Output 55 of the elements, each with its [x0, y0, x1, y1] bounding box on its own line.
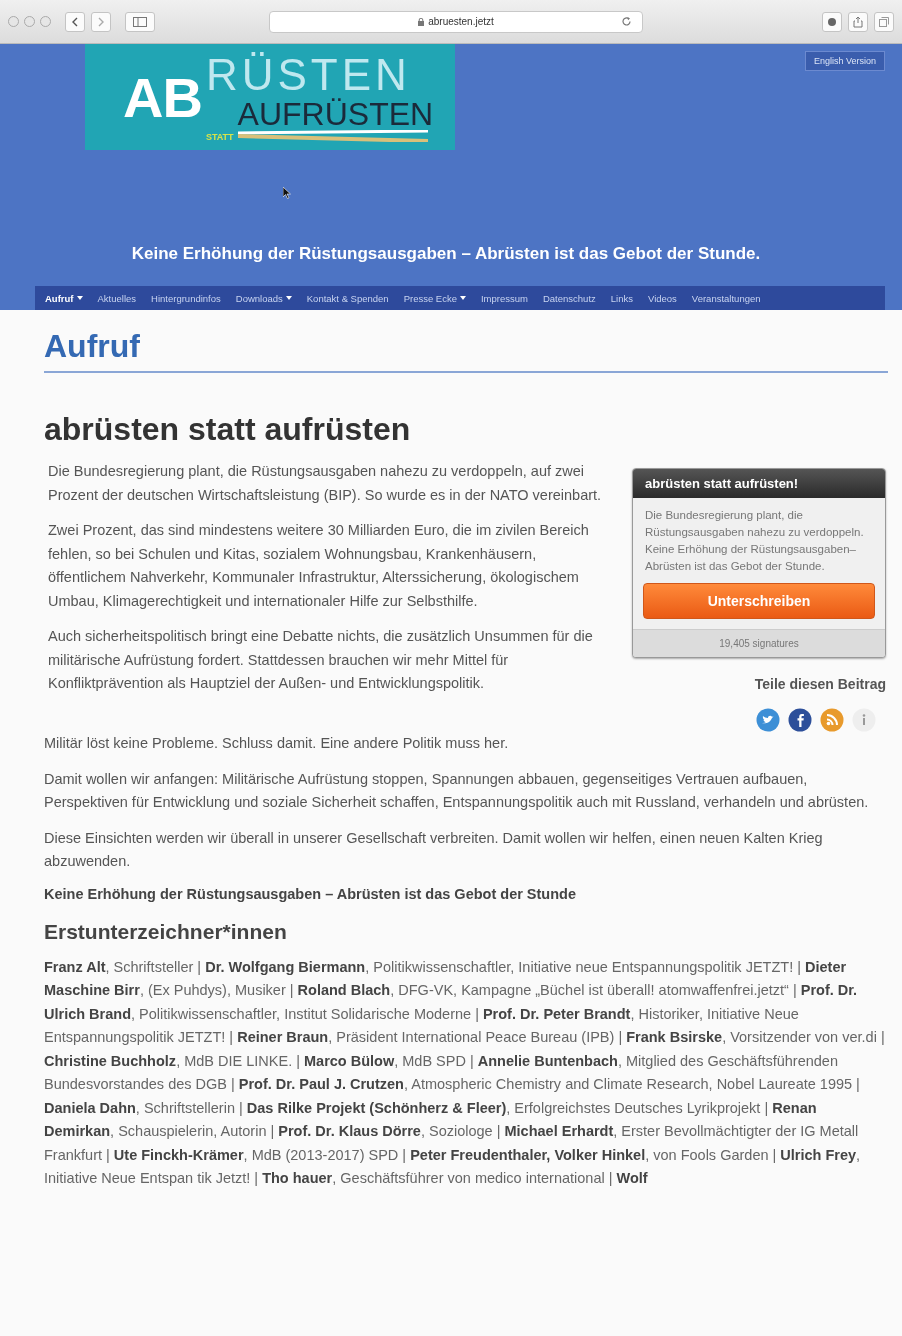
box-title: abrüsten statt aufrüsten!	[633, 469, 885, 498]
language-button[interactable]: English Version	[804, 51, 885, 71]
paragraph: Auch sicherheitspolitisch bringt eine Debatte nichts, die zusätzlich Unsummen für die militärische Aufrüstung fordert. Stattdessen brauchen wir mehr Mittel für Konfliktprävention als Hauptziel der Außen- und Entwicklungspolitik.	[48, 627, 594, 693]
paragraph: Militär löst keine Probleme. Schluss damit. Eine andere Politik muss her.	[44, 734, 510, 753]
logo-text: AUFRÜSTEN	[237, 98, 434, 130]
share-icon	[853, 15, 863, 28]
nav-link[interactable]: Aufruf	[45, 292, 83, 304]
rss-icon[interactable]	[820, 708, 844, 732]
download-button[interactable]	[822, 11, 842, 32]
article-title: abrüsten statt aufrüsten	[44, 411, 412, 448]
nav-link[interactable]: Hintergrundinfos	[151, 292, 221, 304]
dot-icon	[827, 16, 837, 27]
info-icon[interactable]	[852, 708, 876, 732]
cursor-icon	[283, 187, 291, 199]
nav-link[interactable]: Datenschutz	[542, 292, 596, 304]
nav-link[interactable]: Downloads	[235, 292, 292, 304]
paragraph: Die Bundesregierung plant, die Rüstungsausgaben nahezu zu verdoppeln, auf zwei Prozent der deutschen Wirtschaftsleistung (BIP). So wurde es in der NATO vereinbart.	[48, 462, 603, 505]
signatories-list: Franz Alt, Schriftsteller | Dr. Wolfgang Biermann, Politikwissenschaftler, Initiative neue Entspannungspolitik JETZT! | Dieter Maschine Birr, (Ex Puhdys), Musiker | Roland Blach, DFG-VK, Kampagne „Büchel ist überall! atomwaffenfrei.jetzt“ | Prof. Dr. Ulrich Brand, Politikwissenschaftler, Institut Solidarische Moderne | Prof. Dr. Peter Brandt, Historiker, Initiative Neue Entspannungspolitik JETZT! | Reiner Braun, Präsident International Peace Bureau (IPB) | Frank Bsirske, Vorsitzender von ver.di | Christine Buchholz, MdB DIE LINKE. | Marco Bülow, MdB SPD | Annelie Buntenbach, Mitglied des Geschäftsführenden Bundesvorstandes des DGB | Prof. Dr. Paul J. Crutzen, Atmospheric Chemistry and Climate Research, Nobel Laureate 1995 | Daniela Dahn, Schriftstellerin | Das Rilke Projekt (Schönherz & Fleer), Erfolgreichstes Deutsches Lyrikprojekt | Renan Demirkan, Schauspielerin, Autorin | Prof. Dr. Klaus Dörre, Soziologe | Michael Erhardt, Erster Bevollmächtigter der IG Metall Frankfurt | Ute Finckh-Krämer, MdB (2013-2017) SPD | Peter Freudenthaler, Volker Hinkel, von Fools Garden | Ulrich Frey, Initiative Neue Entspan tik Jetzt! | Tho hauer, Geschäftsführer von medico international | Wolf	[44, 955, 889, 1191]
sidebar-icon	[133, 16, 147, 27]
tagline: Keine Erhöhung der Rüstungsausgaben – Abrüsten ist das Gebot der Stunde.	[130, 244, 762, 264]
nav-link[interactable]: Kontakt & Spenden	[306, 292, 389, 304]
logo-text: STATT	[205, 132, 234, 142]
paragraph: Diese Einsichten werden wir überall in unserer Gesellschaft verbreiten. Damit wollen wir helfen, einen neuen Kalten Krieg abzuwenden.	[44, 828, 824, 871]
bird-icon[interactable]	[756, 708, 780, 732]
window-control-icon[interactable]	[24, 16, 35, 27]
nav-link[interactable]: Aktuelles	[97, 292, 137, 304]
page-title: Aufruf	[44, 328, 888, 373]
address-field[interactable]: abruesten.jetzt	[269, 10, 643, 33]
forward-button[interactable]	[91, 11, 111, 32]
nav-link[interactable]: Links	[610, 292, 633, 304]
paragraph: Damit wollen wir anfangen: Militärische Aufrüstung stoppen, Spannungen abbauen, gegenseitiges Vertrauen aufbauen, Perspektiven für Entwicklung und soziale Sicherheit schaffen, Entspannungspolitik auch mit Russland, verhandeln und abrüsten.	[44, 769, 870, 812]
slogan: Keine Erhöhung der Rüstungsausgaben – Abrüsten ist das Gebot der Stunde	[44, 885, 577, 902]
lock-icon	[418, 17, 425, 26]
reload-icon[interactable]	[621, 15, 632, 27]
share-button[interactable]	[848, 11, 868, 32]
signature-count: 19,405 signatures	[633, 629, 885, 657]
section-heading: Erstunterzeichner*innen	[44, 919, 288, 944]
logo-text: AB	[123, 64, 202, 130]
chevron-right-icon	[97, 16, 105, 27]
window-control-icon[interactable]	[40, 16, 51, 27]
nav-link[interactable]: Veranstaltungen	[691, 292, 761, 304]
tabs-button[interactable]	[874, 11, 894, 32]
back-button[interactable]	[65, 11, 85, 32]
share-title: Teile diesen Beitrag	[754, 676, 886, 692]
logo-text: RÜSTEN	[205, 52, 411, 98]
tabs-icon	[879, 16, 889, 27]
chevron-left-icon	[71, 16, 79, 27]
nav-link[interactable]: Impressum	[481, 292, 528, 304]
paragraph: Zwei Prozent, das sind mindestens weitere 30 Milliarden Euro, die im zivilen Bereich fehlen, so bei Schulen und Kitas, sozialem Wohnungsbau, Krankenhäusern, öffentlichem Nahverkehr, Kommunaler Infrastruktur, Alterssicherung, ökologischem Umbau, Klimagerechtigkeit und internationaler Hilfe zur Selbsthilfe.	[48, 521, 590, 611]
sidebar-button[interactable]	[125, 11, 155, 32]
nav-link[interactable]: Presse Ecke	[403, 292, 466, 304]
facebook-icon[interactable]	[788, 708, 812, 732]
window-control-icon[interactable]	[8, 16, 19, 27]
nav-link[interactable]: Videos	[647, 292, 677, 304]
box-text: Die Bundesregierung plant, die Rüstungsausgaben nahezu zu verdoppeln. Keine Erhöhung der Rüstungsausgaben–Abrüsten ist das Gebot der Stunde.	[644, 508, 865, 574]
